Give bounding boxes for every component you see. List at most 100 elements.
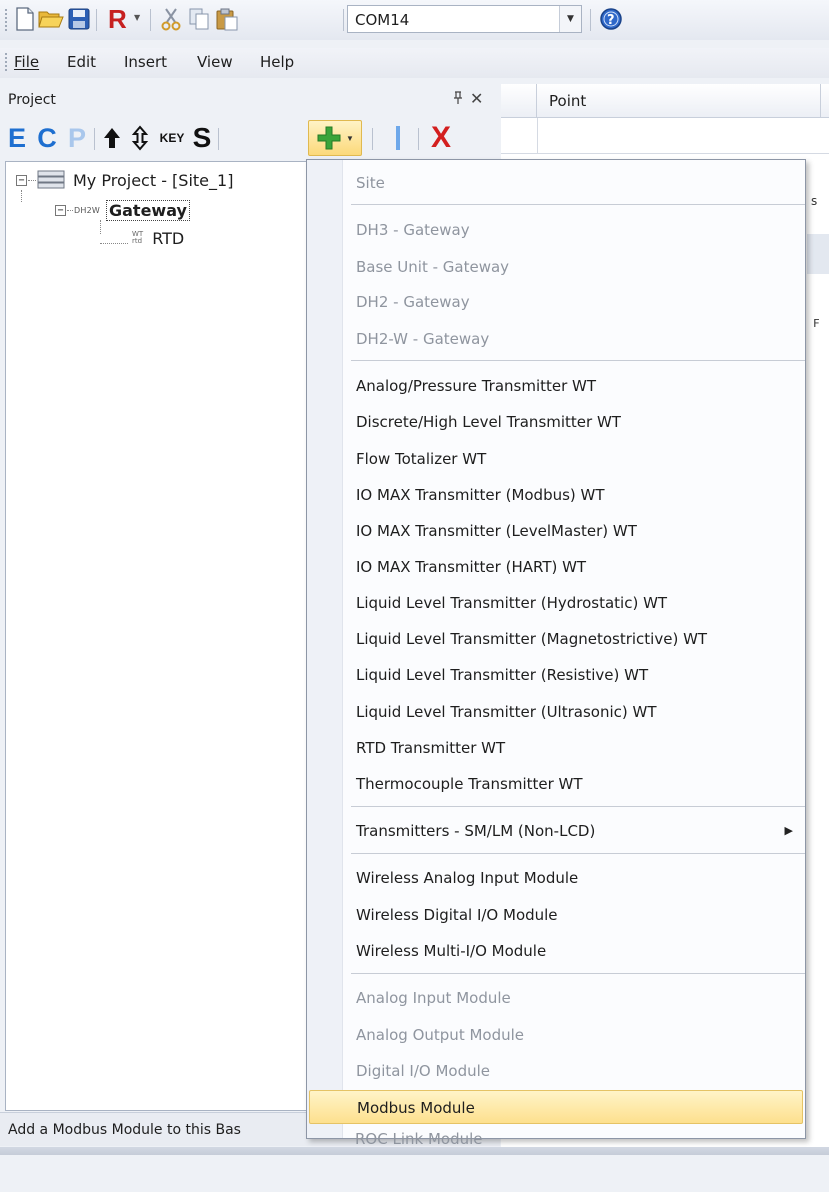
svg-text:?: ? [607, 13, 615, 28]
menu-item-wireless-analog-input[interactable]: Wireless Analog Input Module [309, 861, 803, 895]
new-file-icon [16, 7, 34, 31]
menu-file-label: File [14, 53, 40, 71]
rtd-tag: rtd [132, 237, 143, 245]
menu-item-io-max-modbus[interactable]: IO MAX Transmitter (Modbus) WT [309, 478, 803, 512]
menu-item-liquid-level-hydrostatic[interactable]: Liquid Level Transmitter (Hydrostatic) W… [309, 586, 803, 620]
tree-connector [67, 209, 73, 211]
close-panel-icon[interactable]: ✕ [470, 89, 483, 108]
menu-item-label: DH2-W - Gateway [356, 330, 490, 348]
menu-item-label: Base Unit - Gateway [356, 258, 510, 276]
menu-view[interactable]: View [197, 53, 233, 71]
move-up-button[interactable] [100, 122, 124, 154]
s-button[interactable]: S [190, 122, 214, 154]
menu-insert-label: Insert [124, 53, 168, 71]
project-toolbar: E C P KEY S ▼ X [0, 118, 501, 158]
menu-item-label: Wireless Analog Input Module [356, 869, 579, 887]
menu-item-modbus-module[interactable]: Modbus Module [309, 1090, 803, 1124]
menu-item-rtd-transmitter[interactable]: RTD Transmitter WT [309, 731, 803, 765]
copy-button[interactable] [186, 6, 212, 32]
menu-item-label: Analog Output Module [356, 1026, 525, 1044]
collapse-toggle[interactable]: − [16, 174, 27, 186]
tree-gateway-label: Gateway [105, 199, 190, 221]
menu-view-label: View [197, 53, 233, 71]
menu-help-label: Help [260, 53, 295, 71]
toolbar-separator [150, 9, 151, 31]
new-file-button[interactable] [12, 6, 38, 32]
add-dropdown-arrow: ▼ [346, 133, 354, 143]
menu-edit[interactable]: Edit [67, 53, 96, 71]
menu-item-label: Liquid Level Transmitter (Ultrasonic) WT [356, 703, 657, 721]
toolbar-separator [590, 9, 591, 31]
e-button[interactable]: E [6, 122, 28, 154]
read-r-icon: R [108, 6, 127, 32]
menu-item-label: IO MAX Transmitter (LevelMaster) WT [356, 522, 637, 540]
menu-item-analog-output-module[interactable]: Analog Output Module [309, 1018, 803, 1052]
scissors-icon [161, 8, 181, 31]
menu-item-flow-totalizer[interactable]: Flow Totalizer WT [309, 442, 803, 476]
menu-separator [351, 973, 805, 974]
menu-item-discrete-high-level-transmitter[interactable]: Discrete/High Level Transmitter WT [309, 405, 803, 439]
read-dropdown-arrow[interactable]: ▼ [134, 14, 143, 22]
tree-node-gateway[interactable]: − DH2W Gateway [55, 198, 190, 222]
menu-item-dh2-gateway[interactable]: DH2 - Gateway [309, 285, 803, 319]
grid-line [537, 118, 538, 154]
delete-button[interactable]: X [428, 121, 454, 154]
menu-item-label: Analog/Pressure Transmitter WT [356, 377, 597, 395]
menu-item-dh2w-gateway[interactable]: DH2-W - Gateway [309, 322, 803, 356]
collapse-toggle[interactable]: − [55, 204, 66, 216]
save-icon [68, 8, 90, 30]
toolbar-grip[interactable] [4, 8, 8, 32]
cut-button[interactable] [158, 6, 184, 32]
key-button[interactable]: KEY [157, 122, 187, 154]
menu-item-io-max-levelmaster[interactable]: IO MAX Transmitter (LevelMaster) WT [309, 514, 803, 548]
menu-item-dh3-gateway[interactable]: DH3 - Gateway [309, 213, 803, 247]
menu-help[interactable]: Help [260, 53, 294, 71]
toolbar-separator [418, 128, 419, 150]
add-item-button[interactable]: ▼ [308, 120, 362, 156]
help-button[interactable]: ? [598, 6, 624, 32]
move-button[interactable] [128, 122, 152, 154]
menu-item-label: Discrete/High Level Transmitter WT [356, 413, 621, 431]
menu-item-base-unit-gateway[interactable]: Base Unit - Gateway [309, 250, 803, 284]
menu-item-analog-input-module[interactable]: Analog Input Module [309, 981, 803, 1015]
menu-item-label: Liquid Level Transmitter (Resistive) WT [356, 666, 649, 684]
insert-button[interactable] [390, 122, 406, 154]
save-button[interactable] [66, 6, 92, 32]
menu-item-label: ROC Link Module [355, 1130, 483, 1148]
menu-separator [351, 806, 805, 807]
grid-header-corner[interactable] [501, 84, 537, 118]
menu-item-io-max-hart[interactable]: IO MAX Transmitter (HART) WT [309, 550, 803, 584]
copy-icon [189, 8, 209, 30]
com-port-dropdown-button[interactable]: ▼ [559, 6, 581, 32]
tree-node-rtd[interactable]: WT rtd RTD [100, 226, 184, 250]
menu-item-thermocouple-transmitter[interactable]: Thermocouple Transmitter WT [309, 767, 803, 801]
menu-item-liquid-level-resistive[interactable]: Liquid Level Transmitter (Resistive) WT [309, 658, 803, 692]
up-down-arrows-icon [131, 125, 149, 151]
open-folder-button[interactable] [38, 6, 64, 32]
menu-item-roc-link-module[interactable]: ROC Link Module [308, 1124, 802, 1154]
menu-item-site[interactable]: Site [309, 166, 803, 200]
menu-item-label: Transmitters - SM/LM (Non-LCD) [356, 822, 596, 840]
menu-item-liquid-level-ultrasonic[interactable]: Liquid Level Transmitter (Ultrasonic) WT [309, 695, 803, 729]
pin-icon[interactable] [452, 91, 464, 109]
menu-item-liquid-level-magnetostrictive[interactable]: Liquid Level Transmitter (Magnetostricti… [309, 622, 803, 656]
menu-file[interactable]: File [14, 53, 39, 71]
menu-item-transmitters-sm-lm[interactable]: Transmitters - SM/LM (Non-LCD) ▶ [309, 814, 803, 848]
menu-item-label: Liquid Level Transmitter (Hydrostatic) W… [356, 594, 668, 612]
p-button[interactable]: P [66, 122, 88, 154]
project-panel-title: Project [8, 92, 56, 108]
com-port-select[interactable]: COM14 ▼ [347, 5, 582, 33]
menu-insert[interactable]: Insert [124, 53, 167, 71]
tree-node-root[interactable]: − My Project - [Site_1] [16, 168, 233, 192]
read-button[interactable]: R [104, 6, 132, 32]
menu-item-wireless-digital-io[interactable]: Wireless Digital I/O Module [309, 898, 803, 932]
c-button[interactable]: C [36, 122, 58, 154]
menu-bar: File Edit Insert View Help [0, 48, 829, 78]
menu-item-digital-io-module[interactable]: Digital I/O Module [309, 1054, 803, 1088]
paste-button[interactable] [214, 6, 240, 32]
menu-edit-label: Edit [67, 53, 97, 71]
menubar-grip [4, 52, 8, 72]
menu-item-wireless-multi-io[interactable]: Wireless Multi-I/O Module [309, 934, 803, 968]
grid-shaded-cell [807, 234, 829, 274]
menu-item-analog-pressure-transmitter[interactable]: Analog/Pressure Transmitter WT [309, 369, 803, 403]
